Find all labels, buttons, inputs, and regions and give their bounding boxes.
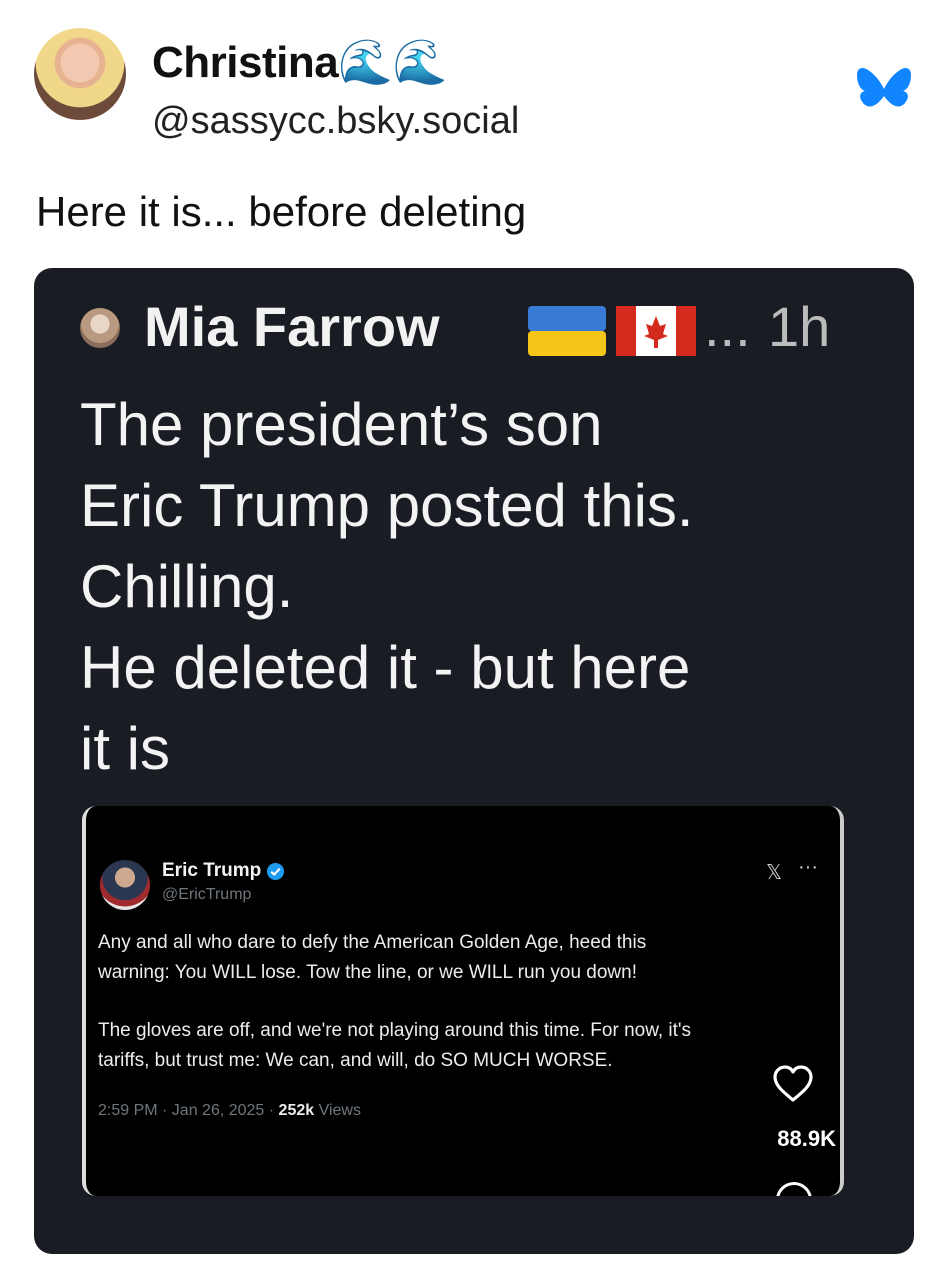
canada-flag-icon <box>616 306 696 356</box>
tweet-line: Any and all who dare to defy the America… <box>98 932 647 953</box>
display-name[interactable]: Christina🌊🌊 <box>152 36 447 88</box>
tweet-avatar <box>100 860 150 910</box>
tweet-handle: @EricTrump <box>162 886 252 903</box>
tweet-timestamp: 2:59 PM · Jan 26, 2025 · <box>98 1102 279 1119</box>
avatar[interactable] <box>34 28 126 120</box>
tweet-author-name: Eric Trump <box>162 860 262 881</box>
more-options-icon: ··· <box>798 856 818 878</box>
post-time: 1h <box>768 295 831 358</box>
body-line: Eric Trump posted this. <box>80 472 694 539</box>
like-count: 88.9K <box>777 1126 836 1151</box>
butterfly-icon <box>857 67 911 107</box>
tweet-line: tariffs, but trust me: We can, and will,… <box>98 1050 613 1071</box>
inner-avatar <box>80 308 120 348</box>
post-text: Here it is... before deleting <box>36 188 527 235</box>
ukraine-flag-icon <box>528 306 606 356</box>
body-line: it is <box>80 715 170 782</box>
tweet-views-label: Views <box>314 1102 361 1119</box>
tweet-line: warning: You WILL lose. Tow the line, or… <box>98 962 637 983</box>
embedded-screenshot: Mia Farrow ... 1h The president’s son Er… <box>34 268 914 1254</box>
x-logo-icon: 𝕏 <box>766 862 783 884</box>
tweet-line: The gloves are off, and we're not playin… <box>98 1020 692 1041</box>
embedded-tweet: Eric Trump @EricTrump 𝕏 ··· Any and all … <box>82 806 844 1196</box>
body-line: He deleted it - but here <box>80 634 691 701</box>
tweet-paragraph-2: The gloves are off, and we're not playin… <box>98 1016 818 1076</box>
tweet-paragraph-1: Any and all who dare to defy the America… <box>98 928 818 988</box>
heart-icon <box>773 1065 813 1102</box>
name-overflow-ellipsis: ... <box>704 295 751 358</box>
tweet-views-count: 252k <box>278 1102 315 1119</box>
verified-badge-icon <box>266 862 285 881</box>
body-line: The president’s son <box>80 391 603 458</box>
partial-icon <box>776 1182 812 1196</box>
handle[interactable]: @sassycc.bsky.social <box>152 100 519 143</box>
inner-post-body: The president’s son Eric Trump posted th… <box>80 384 870 789</box>
inner-author-name: Mia Farrow <box>144 295 440 358</box>
tweet-meta: 2:59 PM · Jan 26, 2025 · 252k Views <box>98 1102 361 1120</box>
body-line: Chilling. <box>80 553 294 620</box>
